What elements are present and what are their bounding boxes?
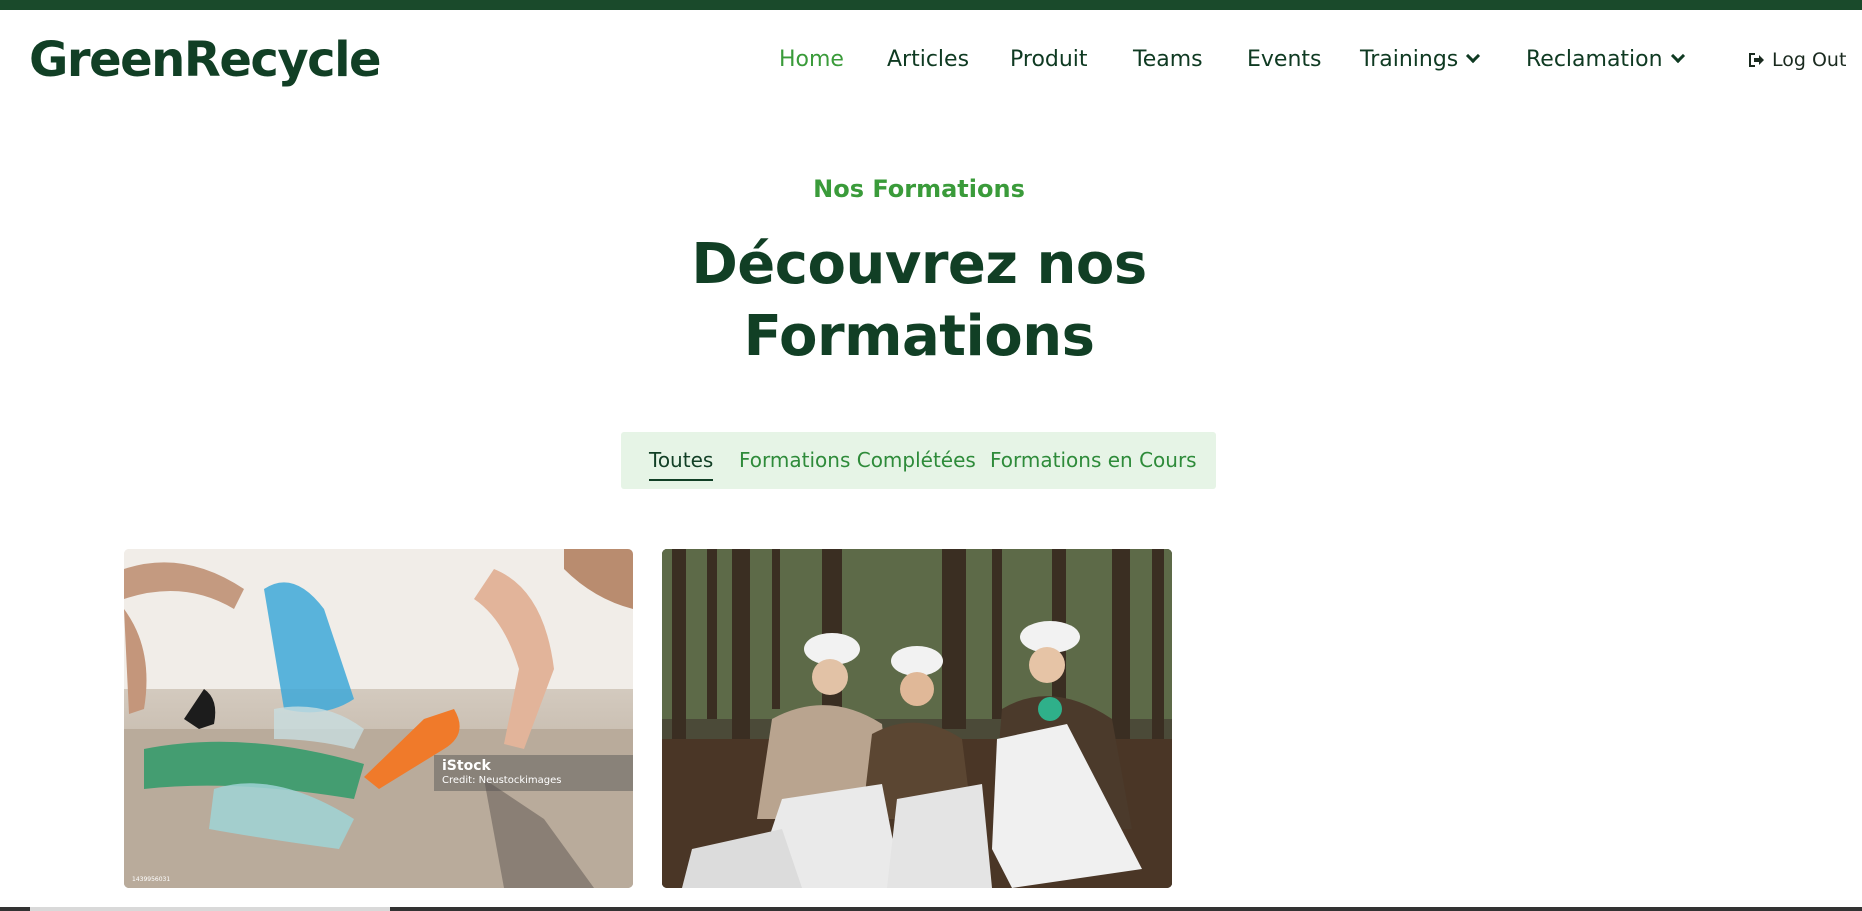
scroll-thumb[interactable] (30, 907, 390, 911)
page-title-line2: Formations (743, 304, 1095, 369)
logout-label: Log Out (1772, 49, 1847, 71)
nav-teams[interactable]: Teams (1133, 40, 1203, 80)
nav-trainings-label: Trainings (1360, 47, 1459, 72)
logout-button[interactable]: Log Out (1748, 40, 1846, 80)
bottom-scroll-indicator (0, 907, 1862, 911)
beach-cleanup-photo (124, 549, 633, 888)
tab-formations-completees[interactable]: Formations Complétées (739, 445, 976, 475)
nav-articles[interactable]: Articles (887, 40, 969, 80)
page-title-line1: Découvrez nos (691, 232, 1147, 297)
formation-card-image[interactable] (662, 549, 1172, 888)
chevron-down-icon (1670, 48, 1685, 64)
nav-trainings[interactable]: Trainings (1360, 40, 1481, 80)
image-code: 1439956031 (132, 876, 171, 883)
forest-cleanup-photo (662, 549, 1172, 888)
formation-card-image[interactable]: iStock Credit: Neustockimages 1439956031 (124, 549, 633, 888)
tab-toutes[interactable]: Toutes (649, 445, 714, 481)
section-eyebrow: Nos Formations (813, 175, 1025, 203)
watermark-credit: Credit: Neustockimages (442, 775, 562, 786)
nav-events[interactable]: Events (1247, 40, 1322, 80)
page-title: Découvrez nos Formations (0, 229, 1838, 373)
sign-out-icon (1748, 42, 1766, 67)
chevron-down-icon (1466, 48, 1481, 64)
nav-reclamation[interactable]: Reclamation (1526, 40, 1685, 80)
tab-formations-en-cours[interactable]: Formations en Cours (990, 445, 1197, 475)
filter-tabs: Toutes Formations Complétées Formations … (621, 432, 1216, 489)
nav-home[interactable]: Home (779, 40, 844, 80)
watermark-brand: iStock (442, 758, 491, 774)
top-accent-bar (0, 0, 1862, 10)
istock-watermark: iStock Credit: Neustockimages (434, 755, 633, 791)
main-nav: Home Articles Produit Teams Events Train… (0, 40, 1862, 80)
nav-produit[interactable]: Produit (1010, 40, 1088, 80)
nav-reclamation-label: Reclamation (1526, 47, 1663, 72)
